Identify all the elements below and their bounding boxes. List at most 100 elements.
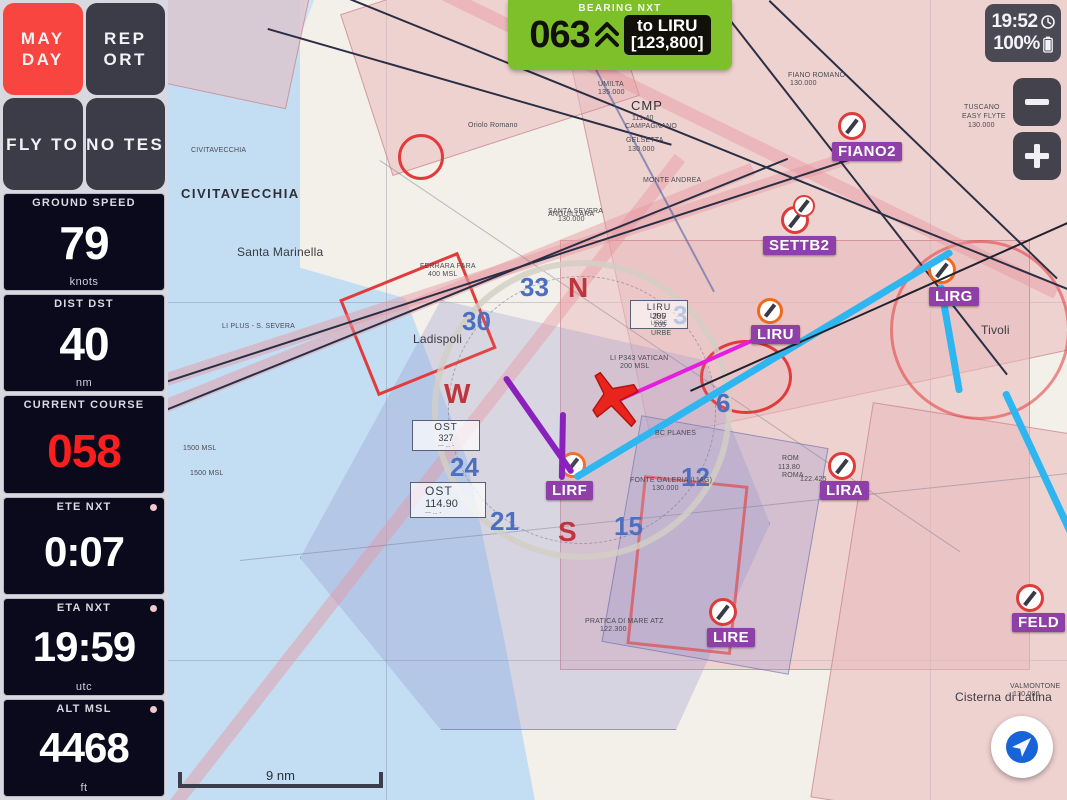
waypoint-label-feld[interactable]: FELD bbox=[1012, 613, 1066, 632]
fly-to-button[interactable]: FLY TO bbox=[3, 98, 83, 190]
map-label: 1500 MSL bbox=[183, 445, 217, 452]
gauge-unit: ft bbox=[80, 782, 88, 795]
map-label: 1500 MSL bbox=[190, 470, 224, 477]
map-label: CAMPAGNANO bbox=[625, 123, 678, 130]
map-label: 205 bbox=[654, 322, 667, 329]
waypoint-label-lira[interactable]: LIRA bbox=[820, 481, 869, 500]
scale-label: 9 nm bbox=[266, 768, 295, 783]
map-label: Ladispoli bbox=[413, 332, 463, 346]
map-label: Santa Marinella bbox=[237, 245, 324, 259]
waypoint-label-settb2[interactable]: SETTB2 bbox=[763, 236, 836, 255]
map-label: Oriolo Romano bbox=[468, 122, 518, 129]
track-line-tail bbox=[558, 411, 566, 480]
gauge-dist-dst[interactable]: DIST dst 40 nm bbox=[3, 294, 165, 393]
notes-button[interactable]: NO TES bbox=[85, 98, 165, 190]
gauge-value: 19:59 bbox=[32, 623, 136, 671]
report-button-label: REP ORT bbox=[103, 29, 147, 69]
navaid-id: OST bbox=[434, 422, 458, 433]
bearing-title: BEARING NXT bbox=[578, 3, 662, 14]
restricted-symbol-feld bbox=[1016, 584, 1044, 612]
waypoint-label-fiano2[interactable]: FIANO2 bbox=[832, 142, 903, 161]
clock-time: 19:52 bbox=[991, 11, 1038, 32]
map-label: 130.000 bbox=[1013, 691, 1040, 698]
waypoint-label-lire[interactable]: LIRE bbox=[707, 628, 756, 647]
bearing-value: 063 bbox=[529, 14, 590, 56]
rose-label-30: 30 bbox=[462, 306, 491, 336]
center-on-position-button[interactable] bbox=[991, 716, 1053, 778]
map-label: 130.000 bbox=[790, 80, 817, 87]
waypoint-label-lirg[interactable]: LIRG bbox=[929, 287, 979, 306]
gauge-label: ETE nxt bbox=[56, 500, 112, 513]
map-label: 113.80 bbox=[778, 464, 801, 471]
map-scale-bar: 9 nm bbox=[178, 766, 383, 788]
gauge-stack: GROUND SPEED 79 knots DIST dst 40 nm CURRENT C… bbox=[0, 193, 168, 800]
zoom-in-button[interactable] bbox=[1013, 132, 1061, 180]
gauge-value: 058 bbox=[47, 424, 122, 477]
gauge-ete-nxt[interactable]: ETE nxt 0:07 bbox=[3, 496, 165, 595]
battery-row: 100% bbox=[993, 33, 1053, 55]
map-label: BC PLANES bbox=[655, 430, 697, 437]
mayday-button[interactable]: MAY DAY bbox=[3, 3, 83, 95]
map-label: LI P343 VATICAN bbox=[610, 355, 669, 362]
scale-line bbox=[178, 784, 383, 788]
gauge-label: ALT MSL bbox=[56, 702, 112, 715]
destination-frequency: [123,800] bbox=[630, 33, 704, 52]
rose-label-n: N bbox=[568, 272, 589, 303]
gauge-eta-nxt[interactable]: ETA nxt 19:59 utc bbox=[3, 597, 165, 696]
rose-label-24: 24 bbox=[450, 452, 479, 482]
gauge-unit: nm bbox=[75, 377, 93, 390]
navaid-box-ost-vor: OST 114.90 --- ... - bbox=[410, 482, 486, 518]
gauge-label: DIST dst bbox=[54, 298, 114, 311]
map-label: ROM bbox=[782, 455, 799, 462]
rose-label-15: 15 bbox=[614, 511, 643, 541]
navaid-id: LIRU bbox=[646, 302, 672, 312]
navaid-morse: --- ... - bbox=[437, 443, 455, 449]
gauge-current-course[interactable]: CURRENT COURSE 058 bbox=[3, 395, 165, 494]
gauge-label: CURRENT COURSE bbox=[23, 399, 145, 412]
report-button[interactable]: REP ORT bbox=[85, 3, 165, 95]
gauge-unit: knots bbox=[69, 276, 99, 289]
destination-name: to LIRU bbox=[636, 16, 698, 35]
map-label: CIVITAVECCHIA bbox=[181, 186, 300, 201]
compass-navigate-icon bbox=[1006, 731, 1038, 763]
map-label: GELSETTA bbox=[626, 137, 664, 144]
minus-icon bbox=[1025, 99, 1049, 105]
gauge-status-dot bbox=[150, 705, 157, 713]
restricted-symbol-fiano bbox=[838, 112, 866, 140]
destination-chip[interactable]: to LIRU [123,800] bbox=[623, 15, 711, 55]
double-chevron-up-icon bbox=[594, 22, 619, 47]
waypoint-label-lirf[interactable]: LIRF bbox=[546, 481, 594, 500]
gauge-value: 0:07 bbox=[43, 528, 125, 576]
navaid-id: OST bbox=[425, 484, 453, 498]
restricted-symbol-lira bbox=[828, 452, 856, 480]
map-label: EASY FLYTE bbox=[962, 113, 1006, 120]
map-label: 135.000 bbox=[598, 89, 625, 96]
gauge-value: 40 bbox=[59, 317, 109, 370]
rose-label-w: W bbox=[444, 378, 471, 409]
rose-label-s: S bbox=[558, 516, 577, 547]
map-label: 111.40 bbox=[632, 115, 654, 122]
gauge-unit: utc bbox=[75, 680, 93, 693]
zoom-out-button[interactable] bbox=[1013, 78, 1061, 126]
map-label: PRATICA DI MARE ATZ bbox=[585, 618, 664, 625]
gauge-value: 4468 bbox=[39, 724, 129, 772]
map-label: 130.000 bbox=[652, 485, 679, 492]
waypoint-label-liru[interactable]: LIRU bbox=[751, 325, 800, 344]
gauge-alt-msl[interactable]: ALT MSL 4468 ft bbox=[3, 698, 165, 798]
rose-label-33: 33 bbox=[520, 272, 549, 302]
map-label: FERRARA FARA bbox=[420, 263, 476, 270]
status-indicator: 19:52 100% bbox=[985, 4, 1061, 62]
map-label: ANGUILLARA bbox=[548, 211, 595, 218]
mayday-button-label: MAY DAY bbox=[20, 29, 65, 69]
map-label: MONTE ANDREA bbox=[643, 177, 702, 184]
clock-row: 19:52 bbox=[991, 11, 1055, 33]
navaid-morse: --- ... - bbox=[425, 510, 442, 516]
bearing-banner[interactable]: BEARING NXT 063 to LIRU [123,800] bbox=[508, 0, 732, 70]
plus-icon bbox=[1025, 144, 1049, 168]
rose-label-21: 21 bbox=[490, 506, 519, 536]
gauge-ground-speed[interactable]: GROUND SPEED 79 knots bbox=[3, 193, 165, 292]
notes-button-label: NO TES bbox=[86, 134, 165, 154]
map-label: FONTE GALERIA (LIAG) bbox=[630, 477, 713, 484]
bearing-row: 063 to LIRU [123,800] bbox=[529, 14, 711, 56]
battery-full-icon bbox=[1042, 36, 1053, 53]
